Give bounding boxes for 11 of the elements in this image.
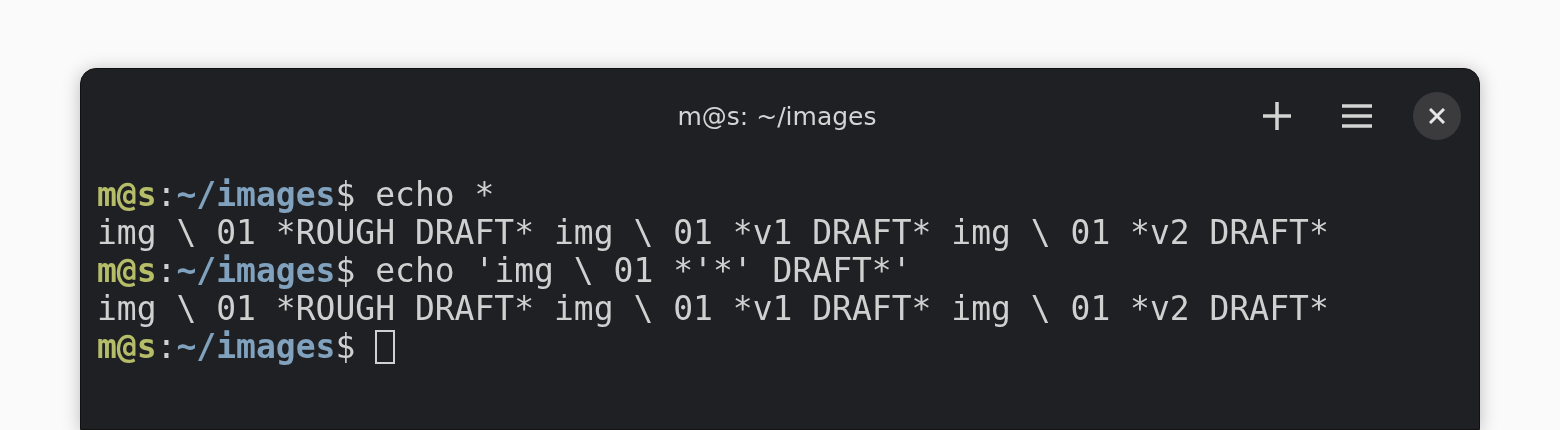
- prompt-line: m@s:~/images$ echo *: [97, 176, 495, 214]
- plus-icon: [1262, 101, 1292, 131]
- output-line: img \ 01 *ROUGH DRAFT* img \ 01 *v1 DRAFT* img \ 01 *v2 DRAFT*: [97, 214, 1329, 252]
- prompt-line: m@s:~/images$ echo 'img \ 01 *'*' DRAFT*': [97, 252, 912, 290]
- menu-icon: [1342, 104, 1372, 128]
- window-title: m@s: ~/images: [676, 101, 878, 131]
- output-line: img \ 01 *ROUGH DRAFT* img \ 01 *v1 DRAFT* img \ 01 *v2 DRAFT*: [97, 290, 1329, 328]
- close-button[interactable]: [1413, 92, 1461, 140]
- prompt-line: m@s:~/images$: [97, 328, 356, 366]
- text-cursor: [375, 330, 396, 364]
- close-icon: [1429, 108, 1445, 124]
